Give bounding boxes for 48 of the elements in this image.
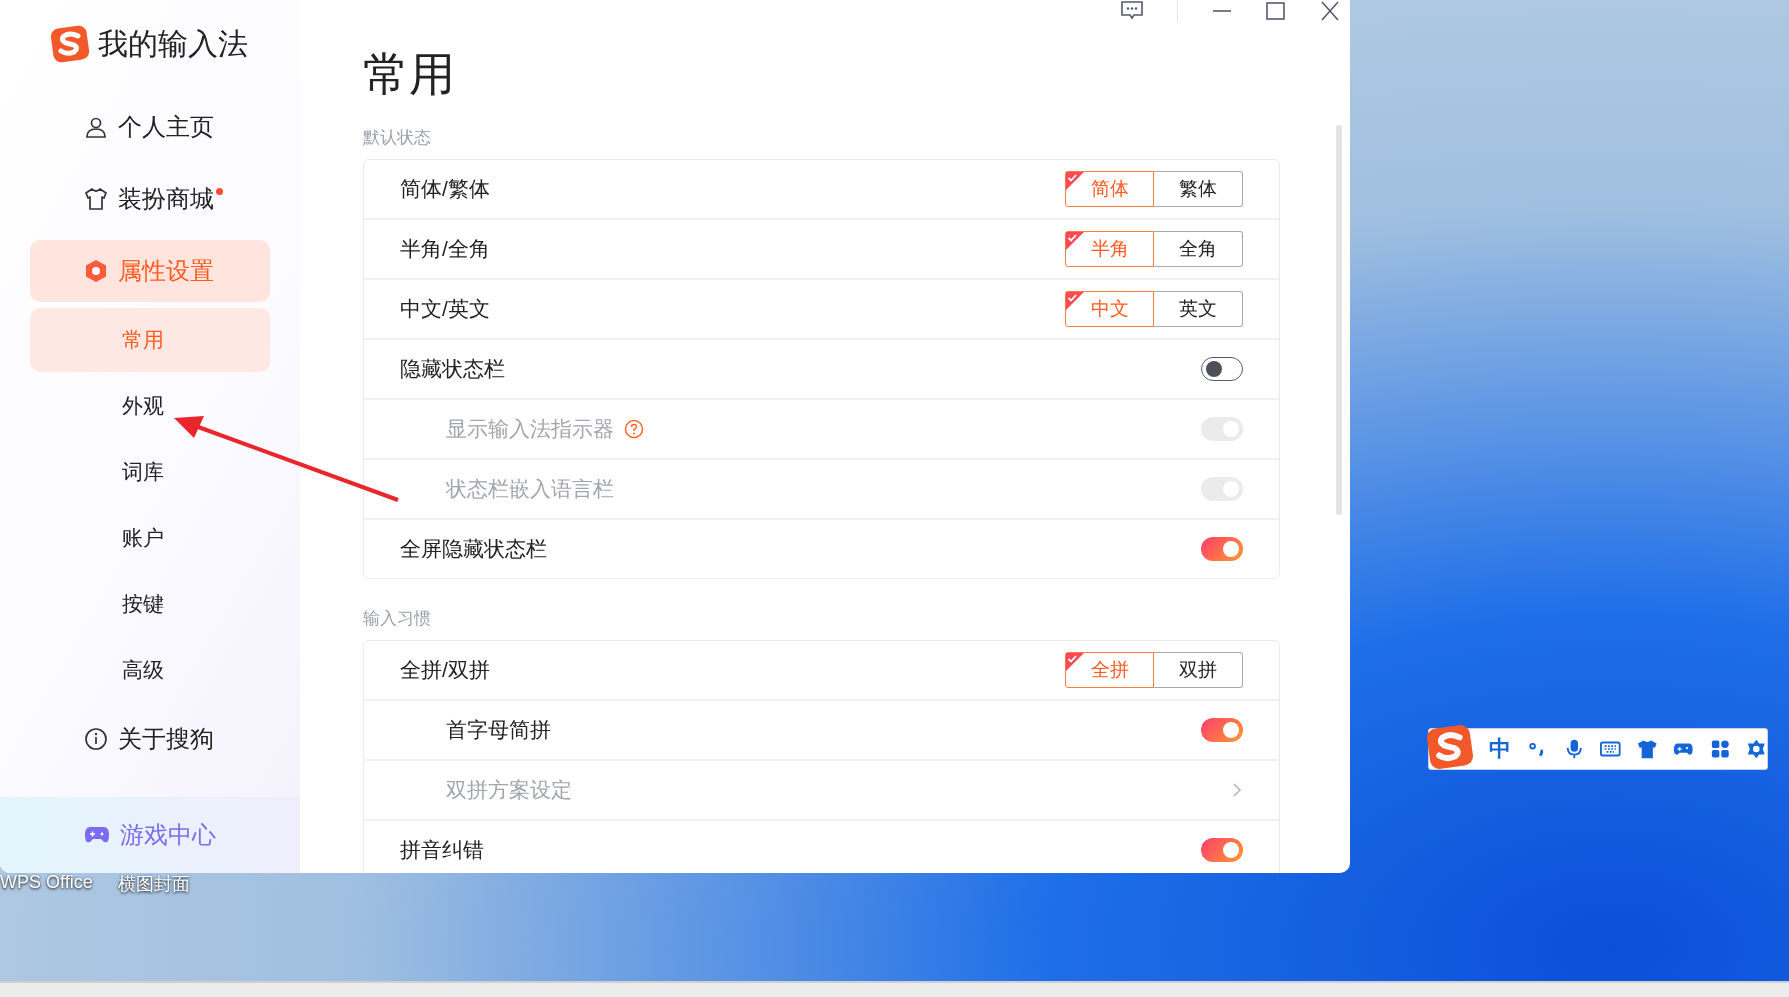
setting-label: 拼音纠错: [400, 837, 484, 863]
feedback-icon[interactable]: [1121, 1, 1143, 21]
input-mode-toggle[interactable]: 中: [1489, 734, 1511, 764]
setting-label: 全屏隐藏状态栏: [400, 536, 547, 562]
app-logo-icon: [50, 24, 90, 64]
toggle-switch[interactable]: [1201, 357, 1243, 381]
setting-label: 双拼方案设定: [446, 777, 572, 803]
game-center-button[interactable]: 游戏中心: [0, 797, 300, 873]
hexagon-icon: [84, 259, 108, 283]
setting-label: 状态栏嵌入语言栏: [446, 476, 614, 502]
setting-label: 中文/英文: [400, 296, 490, 322]
sidebar-item[interactable]: 个人主页: [30, 96, 270, 158]
setting-label: 简体/繁体: [400, 176, 490, 202]
segment-option[interactable]: 英文: [1154, 291, 1243, 327]
grid-icon[interactable]: [1709, 738, 1731, 760]
check-corner-icon: [1066, 292, 1084, 310]
person-icon: [84, 115, 108, 139]
segment-option[interactable]: 双拼: [1154, 652, 1243, 688]
setting-label: 显示输入法指示器: [446, 416, 614, 442]
toggle-switch[interactable]: [1201, 537, 1243, 561]
segment-option[interactable]: 全角: [1154, 231, 1243, 267]
setting-label: 半角/全角: [400, 236, 490, 262]
close-icon[interactable]: [1320, 1, 1340, 21]
page-title: 常用: [363, 47, 456, 102]
app-title: 我的输入法: [98, 25, 248, 62]
sidebar-subitem[interactable]: 账户: [30, 506, 270, 570]
info-icon: [84, 727, 108, 751]
sidebar-subitem[interactable]: 高级: [30, 638, 270, 702]
check-corner-icon: [1066, 232, 1084, 250]
sidebar-subitem[interactable]: 按键: [30, 572, 270, 636]
check-corner-icon: [1066, 653, 1084, 671]
toggle-switch[interactable]: [1201, 718, 1243, 742]
segment-option[interactable]: 繁体: [1154, 171, 1243, 207]
sidebar-subitem[interactable]: 词库: [30, 440, 270, 504]
section-title: 默认状态: [363, 127, 432, 149]
maximize-icon[interactable]: [1266, 1, 1286, 21]
setting-label: 首字母简拼: [446, 717, 551, 743]
shirt-icon: [84, 187, 108, 211]
sidebar-subitem[interactable]: 外观: [30, 374, 270, 438]
setting-label: 全拼/双拼: [400, 657, 490, 683]
section-title: 输入习惯: [363, 608, 432, 630]
shirt-icon[interactable]: [1636, 738, 1658, 760]
setting-label: 隐藏状态栏: [400, 356, 505, 382]
scrollbar[interactable]: [1336, 125, 1342, 515]
sidebar-item[interactable]: 关于搜狗: [30, 708, 270, 770]
sidebar-item[interactable]: 装扮商城: [30, 168, 270, 230]
check-corner-icon: [1066, 172, 1084, 190]
toggle-switch[interactable]: [1201, 838, 1243, 862]
